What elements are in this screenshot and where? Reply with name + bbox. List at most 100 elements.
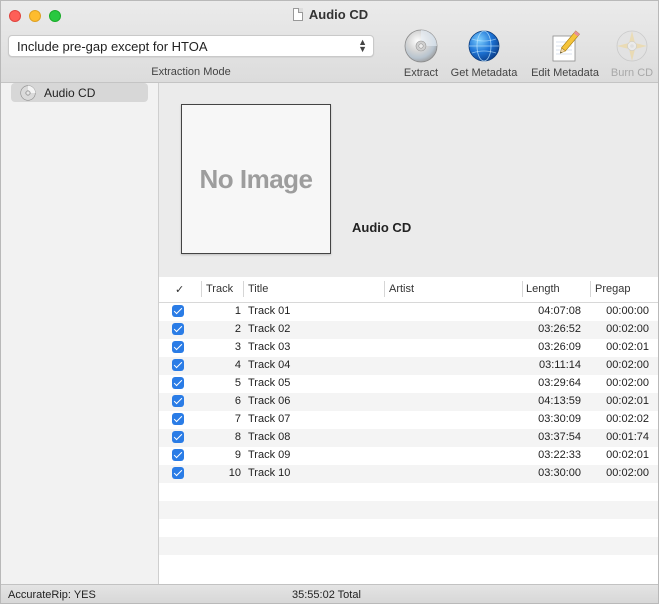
track-title: Track 04 bbox=[248, 359, 291, 371]
track-title: Track 05 bbox=[248, 377, 291, 389]
table-row[interactable]: 3 Track 03 03:26:09 00:02:01 bbox=[159, 339, 658, 357]
extraction-mode-select[interactable]: Include pre-gap except for HTOA ▲ ▼ bbox=[8, 35, 374, 57]
track-title: Track 08 bbox=[248, 431, 291, 443]
track-length: 03:29:64 bbox=[538, 377, 581, 389]
track-title: Track 01 bbox=[248, 305, 291, 317]
track-length: 03:26:52 bbox=[538, 323, 581, 335]
window-title-text: Audio CD bbox=[308, 7, 369, 22]
track-length: 03:26:09 bbox=[538, 341, 581, 353]
track-pregap: 00:00:00 bbox=[606, 305, 649, 317]
track-title: Track 06 bbox=[248, 395, 291, 407]
cover-placeholder-text: No Image bbox=[199, 163, 313, 194]
track-length: 04:13:59 bbox=[538, 395, 581, 407]
table-row[interactable]: 5 Track 05 03:29:64 00:02:00 bbox=[159, 375, 658, 393]
column-header-track[interactable]: Track bbox=[206, 283, 233, 295]
column-separator[interactable] bbox=[522, 281, 523, 297]
track-length: 03:30:09 bbox=[538, 413, 581, 425]
table-body: 1 Track 01 04:07:08 00:00:00 2 Track 02 03:26:… bbox=[159, 303, 658, 573]
track-number: 9 bbox=[234, 449, 241, 461]
table-row[interactable]: 8 Track 08 03:37:54 00:01:74 bbox=[159, 429, 658, 447]
get-metadata-button[interactable]: Get Metadata bbox=[446, 29, 522, 79]
track-checkbox[interactable] bbox=[172, 467, 184, 479]
track-length: 03:30:00 bbox=[538, 467, 581, 479]
track-number: 7 bbox=[234, 413, 241, 425]
track-pregap: 00:02:01 bbox=[606, 395, 649, 407]
track-pregap: 00:02:00 bbox=[606, 359, 649, 371]
table-row[interactable]: 10 Track 10 03:30:00 00:02:00 bbox=[159, 465, 658, 483]
track-checkbox[interactable] bbox=[172, 341, 184, 353]
track-title: Track 02 bbox=[248, 323, 291, 335]
table-row[interactable]: 4 Track 04 03:11:14 00:02:00 bbox=[159, 357, 658, 375]
track-number: 5 bbox=[234, 377, 241, 389]
burn-cd-label: Burn CD bbox=[610, 67, 654, 79]
get-metadata-label: Get Metadata bbox=[450, 67, 518, 79]
accuraterip-status: AccurateRip: YES bbox=[8, 589, 96, 601]
table-row bbox=[159, 537, 658, 555]
globe-icon bbox=[468, 30, 500, 62]
chevron-up-down-icon: ▲ ▼ bbox=[358, 37, 367, 54]
app-window: Audio CD Include pre-gap except for HTOA… bbox=[0, 0, 659, 604]
album-cover[interactable]: No Image bbox=[181, 104, 331, 254]
track-length: 04:07:08 bbox=[538, 305, 581, 317]
table-row[interactable]: 9 Track 09 03:22:33 00:02:01 bbox=[159, 447, 658, 465]
track-checkbox[interactable] bbox=[172, 431, 184, 443]
burn-cd-button[interactable]: Burn CD bbox=[607, 29, 657, 79]
track-checkbox[interactable] bbox=[172, 323, 184, 335]
track-pregap: 00:02:00 bbox=[606, 467, 649, 479]
track-checkbox[interactable] bbox=[172, 359, 184, 371]
column-header-artist[interactable]: Artist bbox=[389, 283, 414, 295]
column-separator[interactable] bbox=[384, 281, 385, 297]
track-checkbox[interactable] bbox=[172, 395, 184, 407]
sidebar: Audio CD bbox=[1, 83, 159, 584]
track-title: Track 09 bbox=[248, 449, 291, 461]
edit-metadata-label: Edit Metadata bbox=[531, 67, 599, 79]
burn-disc-icon bbox=[616, 30, 648, 62]
table-row[interactable]: 6 Track 06 04:13:59 00:02:01 bbox=[159, 393, 658, 411]
track-checkbox[interactable] bbox=[172, 449, 184, 461]
track-checkbox[interactable] bbox=[172, 377, 184, 389]
track-pregap: 00:02:01 bbox=[606, 449, 649, 461]
track-table: ✓ Track Title Artist Length Pregap 1 Trac… bbox=[159, 277, 658, 584]
title-bar: Audio CD Include pre-gap except for HTOA… bbox=[1, 1, 658, 83]
cd-disc-icon bbox=[20, 85, 36, 101]
track-checkbox[interactable] bbox=[172, 413, 184, 425]
column-header-length[interactable]: Length bbox=[526, 283, 560, 295]
window-title: Audio CD bbox=[1, 7, 658, 22]
table-row[interactable]: 7 Track 07 03:30:09 00:02:02 bbox=[159, 411, 658, 429]
column-header-pregap[interactable]: Pregap bbox=[595, 283, 630, 295]
table-header: ✓ Track Title Artist Length Pregap bbox=[159, 277, 658, 303]
table-row bbox=[159, 519, 658, 537]
table-row[interactable]: 1 Track 01 04:07:08 00:00:00 bbox=[159, 303, 658, 321]
pencil-notepad-icon bbox=[552, 30, 580, 62]
main-panel: No Image Audio CD ✓ Track Title Artist L… bbox=[159, 83, 658, 584]
column-separator[interactable] bbox=[201, 281, 202, 297]
track-pregap: 00:02:02 bbox=[606, 413, 649, 425]
table-row bbox=[159, 483, 658, 501]
track-length: 03:11:14 bbox=[538, 359, 581, 371]
table-row bbox=[159, 501, 658, 519]
extract-label: Extract bbox=[403, 67, 439, 79]
track-pregap: 00:02:00 bbox=[606, 323, 649, 335]
column-separator[interactable] bbox=[243, 281, 244, 297]
column-separator[interactable] bbox=[590, 281, 591, 297]
cd-disc-icon bbox=[404, 29, 438, 63]
track-number: 10 bbox=[228, 467, 241, 479]
edit-metadata-button[interactable]: Edit Metadata bbox=[526, 29, 604, 79]
column-header-title[interactable]: Title bbox=[248, 283, 268, 295]
table-row[interactable]: 2 Track 02 03:26:52 00:02:00 bbox=[159, 321, 658, 339]
document-icon bbox=[292, 8, 303, 21]
extraction-mode-caption: Extraction Mode bbox=[151, 66, 231, 78]
sidebar-item-audio-cd[interactable]: Audio CD bbox=[11, 83, 148, 102]
sidebar-item-label: Audio CD bbox=[44, 86, 96, 100]
column-header-check[interactable]: ✓ bbox=[175, 283, 184, 296]
extract-button[interactable]: Extract bbox=[400, 29, 442, 79]
track-title: Track 10 bbox=[248, 467, 291, 479]
track-pregap: 00:02:00 bbox=[606, 377, 649, 389]
track-pregap: 00:02:01 bbox=[606, 341, 649, 353]
track-length: 03:37:54 bbox=[538, 431, 581, 443]
track-title: Track 07 bbox=[248, 413, 291, 425]
track-pregap: 00:01:74 bbox=[606, 431, 649, 443]
track-number: 1 bbox=[234, 305, 241, 317]
album-title: Audio CD bbox=[352, 220, 412, 235]
track-checkbox[interactable] bbox=[172, 305, 184, 317]
